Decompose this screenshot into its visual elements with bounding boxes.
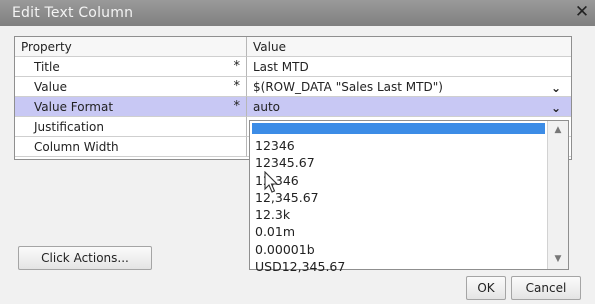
mouse-cursor-icon — [264, 171, 279, 193]
option-list: 12346 12345.67 12,346 12,345.67 12.3k 0.… — [255, 137, 345, 275]
scroll-down-icon[interactable]: ▼ — [548, 252, 568, 267]
property-label-justification: Justification — [34, 120, 104, 134]
property-label-column-width: Column Width — [34, 140, 119, 154]
chevron-down-icon[interactable]: ⌄ — [551, 98, 561, 116]
required-marker: * — [233, 79, 241, 94]
ok-button[interactable]: OK — [466, 276, 506, 300]
value-select-text: $(ROW_DATA "Sales Last MTD") — [253, 80, 443, 94]
chevron-down-icon[interactable]: ⌄ — [551, 78, 561, 96]
value-select[interactable]: $(ROW_DATA "Sales Last MTD") ⌄ — [247, 77, 571, 97]
list-item[interactable]: 12346 — [255, 137, 345, 154]
title-value-field[interactable]: Last MTD — [247, 57, 571, 77]
list-item[interactable]: USD12,345.67 — [255, 258, 345, 275]
dropdown-scrollbar[interactable]: ▲ ▼ — [547, 121, 568, 269]
title-bar[interactable]: Edit Text Column ✕ — [0, 0, 595, 26]
grid-header-row: Property Value — [15, 37, 571, 57]
required-marker: * — [233, 99, 241, 114]
close-icon[interactable]: ✕ — [573, 2, 591, 22]
list-item[interactable]: 0.01m — [255, 223, 345, 240]
table-row-selected[interactable]: Value Format * auto ⌄ — [15, 97, 571, 117]
value-format-dropdown-list[interactable]: 12346 12345.67 12,346 12,345.67 12.3k 0.… — [249, 120, 569, 274]
property-label-value-format: Value Format — [34, 100, 114, 114]
table-row[interactable]: Value * $(ROW_DATA "Sales Last MTD") ⌄ — [15, 77, 571, 97]
edit-text-column-dialog: Edit Text Column ✕ Property Value Title … — [0, 0, 595, 304]
value-column-header: Value — [247, 37, 571, 57]
property-column-header: Property — [15, 37, 247, 57]
click-actions-button[interactable]: Click Actions... — [18, 246, 152, 270]
scroll-up-icon[interactable]: ▲ — [548, 123, 568, 138]
value-format-select[interactable]: auto ⌄ — [247, 97, 571, 117]
property-cell: Column Width — [15, 137, 247, 157]
cancel-button[interactable]: Cancel — [511, 276, 581, 300]
property-cell: Justification — [15, 117, 247, 137]
property-label-title: Title — [34, 60, 60, 74]
property-label-value: Value — [34, 80, 67, 94]
required-marker: * — [233, 59, 241, 74]
property-cell: Value Format * — [15, 97, 247, 117]
property-cell: Value * — [15, 77, 247, 97]
list-item[interactable]: 0.00001b — [255, 241, 345, 258]
list-item[interactable]: 12345.67 — [255, 154, 345, 171]
dialog-title: Edit Text Column — [12, 5, 134, 21]
list-item[interactable]: 12.3k — [255, 206, 345, 223]
table-row[interactable]: Title * Last MTD — [15, 57, 571, 77]
highlighted-option[interactable] — [252, 123, 545, 134]
value-format-select-text: auto — [253, 100, 281, 114]
property-cell: Title * — [15, 57, 247, 77]
